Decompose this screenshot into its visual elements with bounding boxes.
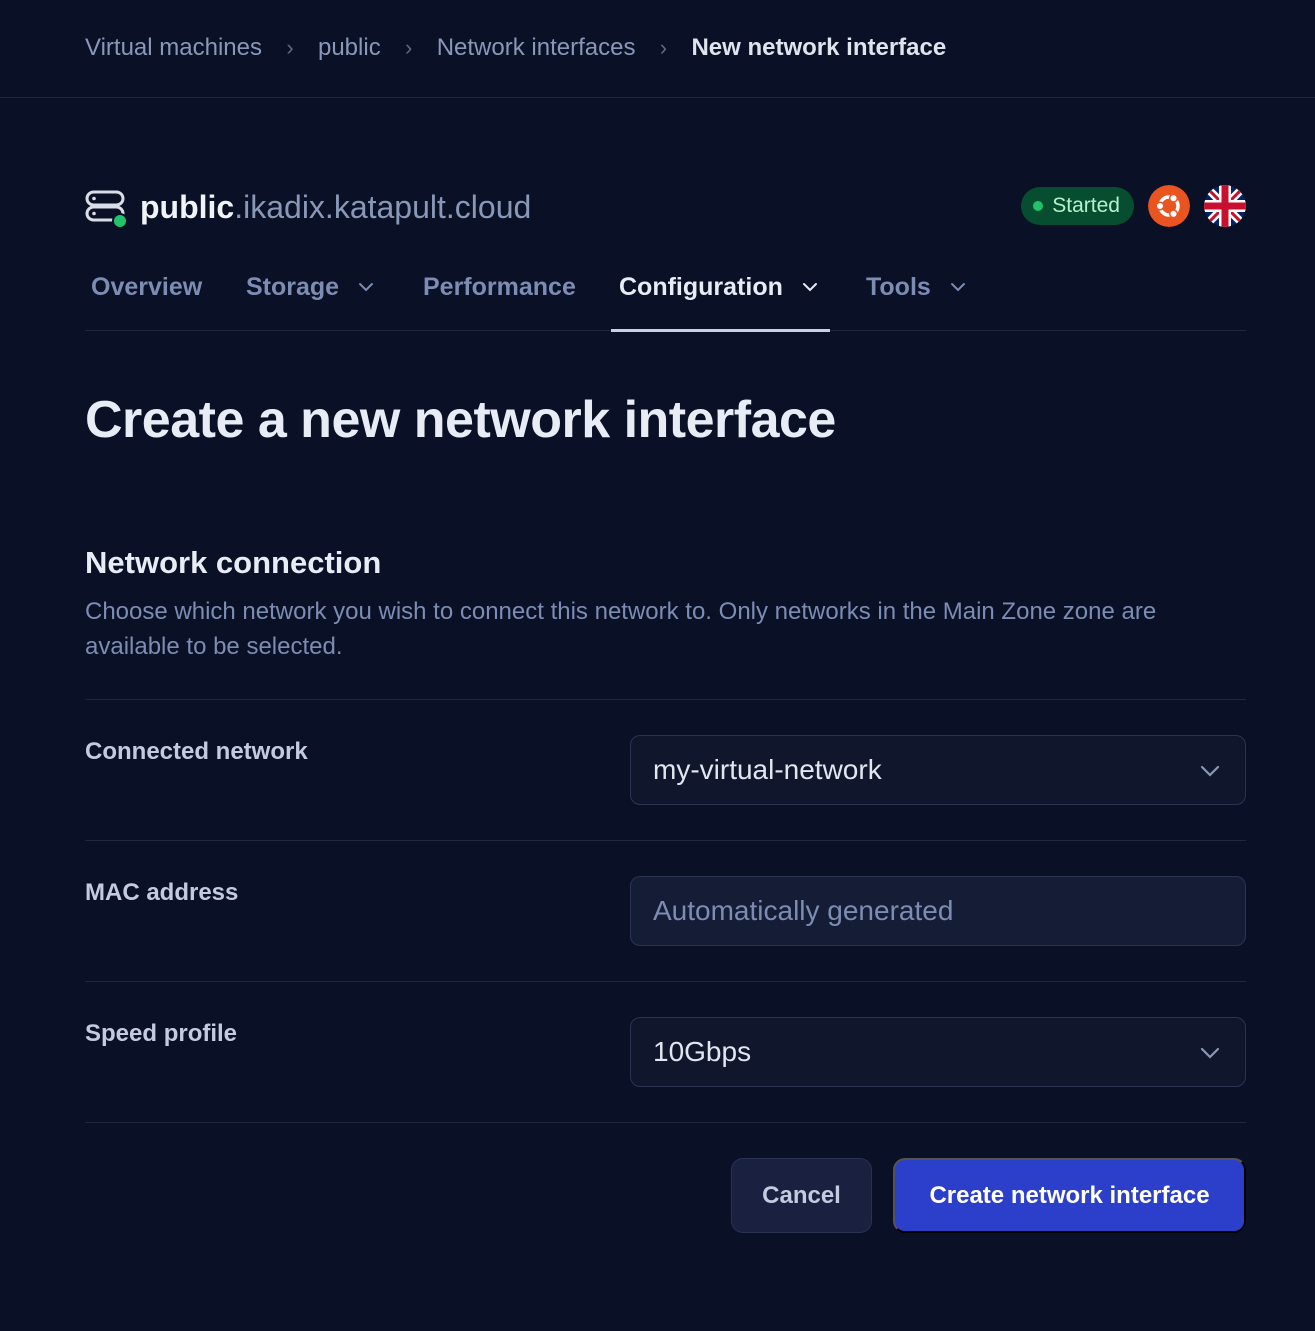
- tab-overview[interactable]: Overview: [91, 260, 202, 331]
- chevron-right-icon: ›: [405, 35, 413, 60]
- tab-label: Overview: [91, 272, 203, 301]
- breadcrumb-public[interactable]: public: [318, 34, 381, 62]
- vm-name: public: [140, 189, 235, 225]
- vm-hostname: public.ikadix.katapult.cloud: [140, 189, 531, 226]
- section-title: Network connection: [85, 545, 382, 580]
- chevron-down-icon: [802, 283, 817, 292]
- chevron-down-icon: [1200, 765, 1220, 777]
- server-icon: [85, 190, 128, 229]
- divider: [85, 981, 1246, 982]
- tab-label: Tools: [866, 272, 931, 301]
- speed-profile-value: 10Gbps: [653, 1036, 752, 1067]
- vm-header: public.ikadix.katapult.cloud Started: [85, 185, 1246, 230]
- ubuntu-icon: [1148, 185, 1190, 227]
- divider: [85, 840, 1246, 841]
- mac-address-field-wrapper: [630, 876, 1246, 946]
- speed-profile-select[interactable]: 10Gbps: [630, 1017, 1246, 1087]
- create-network-interface-button[interactable]: Create network interface: [893, 1158, 1246, 1233]
- chevron-down-icon: [950, 283, 965, 292]
- chevron-right-icon: ›: [286, 35, 294, 60]
- vm-domain: .ikadix.katapult.cloud: [234, 189, 532, 225]
- divider: [85, 699, 1246, 700]
- chevron-down-icon: [359, 283, 374, 292]
- divider: [85, 1122, 1246, 1123]
- chevron-right-icon: ›: [659, 35, 668, 60]
- breadcrumb: Virtual machines › public › Network inte…: [85, 34, 946, 62]
- breadcrumb-network-interfaces[interactable]: Network interfaces: [437, 34, 636, 62]
- speed-profile-label: Speed profile: [85, 1020, 238, 1047]
- online-dot-icon: [114, 215, 126, 227]
- mac-address-label: MAC address: [85, 879, 239, 906]
- active-tab-indicator: [611, 329, 830, 332]
- cancel-button[interactable]: Cancel: [731, 1158, 872, 1233]
- status-text: Started: [1052, 194, 1120, 217]
- page-title: Create a new network interface: [85, 391, 836, 449]
- breadcrumb-virtual-machines[interactable]: Virtual machines: [85, 34, 262, 62]
- connected-network-select[interactable]: my-virtual-network: [630, 735, 1246, 805]
- mac-address-input[interactable]: [653, 877, 1245, 945]
- status-dot-icon: [1033, 201, 1044, 211]
- tab-configuration[interactable]: Configuration: [619, 260, 819, 331]
- vm-badges: Started: [1021, 185, 1246, 227]
- chevron-down-icon: [1200, 1047, 1220, 1059]
- vm-tabs: Overview Storage Performance Configurati…: [85, 260, 1246, 332]
- breadcrumb-current: New network interface: [691, 34, 947, 61]
- section-description: Choose which network you wish to connect…: [85, 598, 1157, 660]
- tab-tools[interactable]: Tools: [866, 260, 967, 331]
- top-bar: Virtual machines › public › Network inte…: [0, 0, 1315, 98]
- connected-network-value: my-virtual-network: [653, 754, 882, 785]
- uk-flag-icon: [1204, 185, 1246, 227]
- status-badge: Started: [1021, 187, 1134, 225]
- tab-label: Configuration: [619, 272, 783, 301]
- tab-performance[interactable]: Performance: [423, 260, 576, 331]
- tab-storage[interactable]: Storage: [246, 260, 375, 331]
- connected-network-label: Connected network: [85, 738, 308, 765]
- tab-label: Storage: [246, 272, 340, 301]
- tab-label: Performance: [423, 272, 576, 301]
